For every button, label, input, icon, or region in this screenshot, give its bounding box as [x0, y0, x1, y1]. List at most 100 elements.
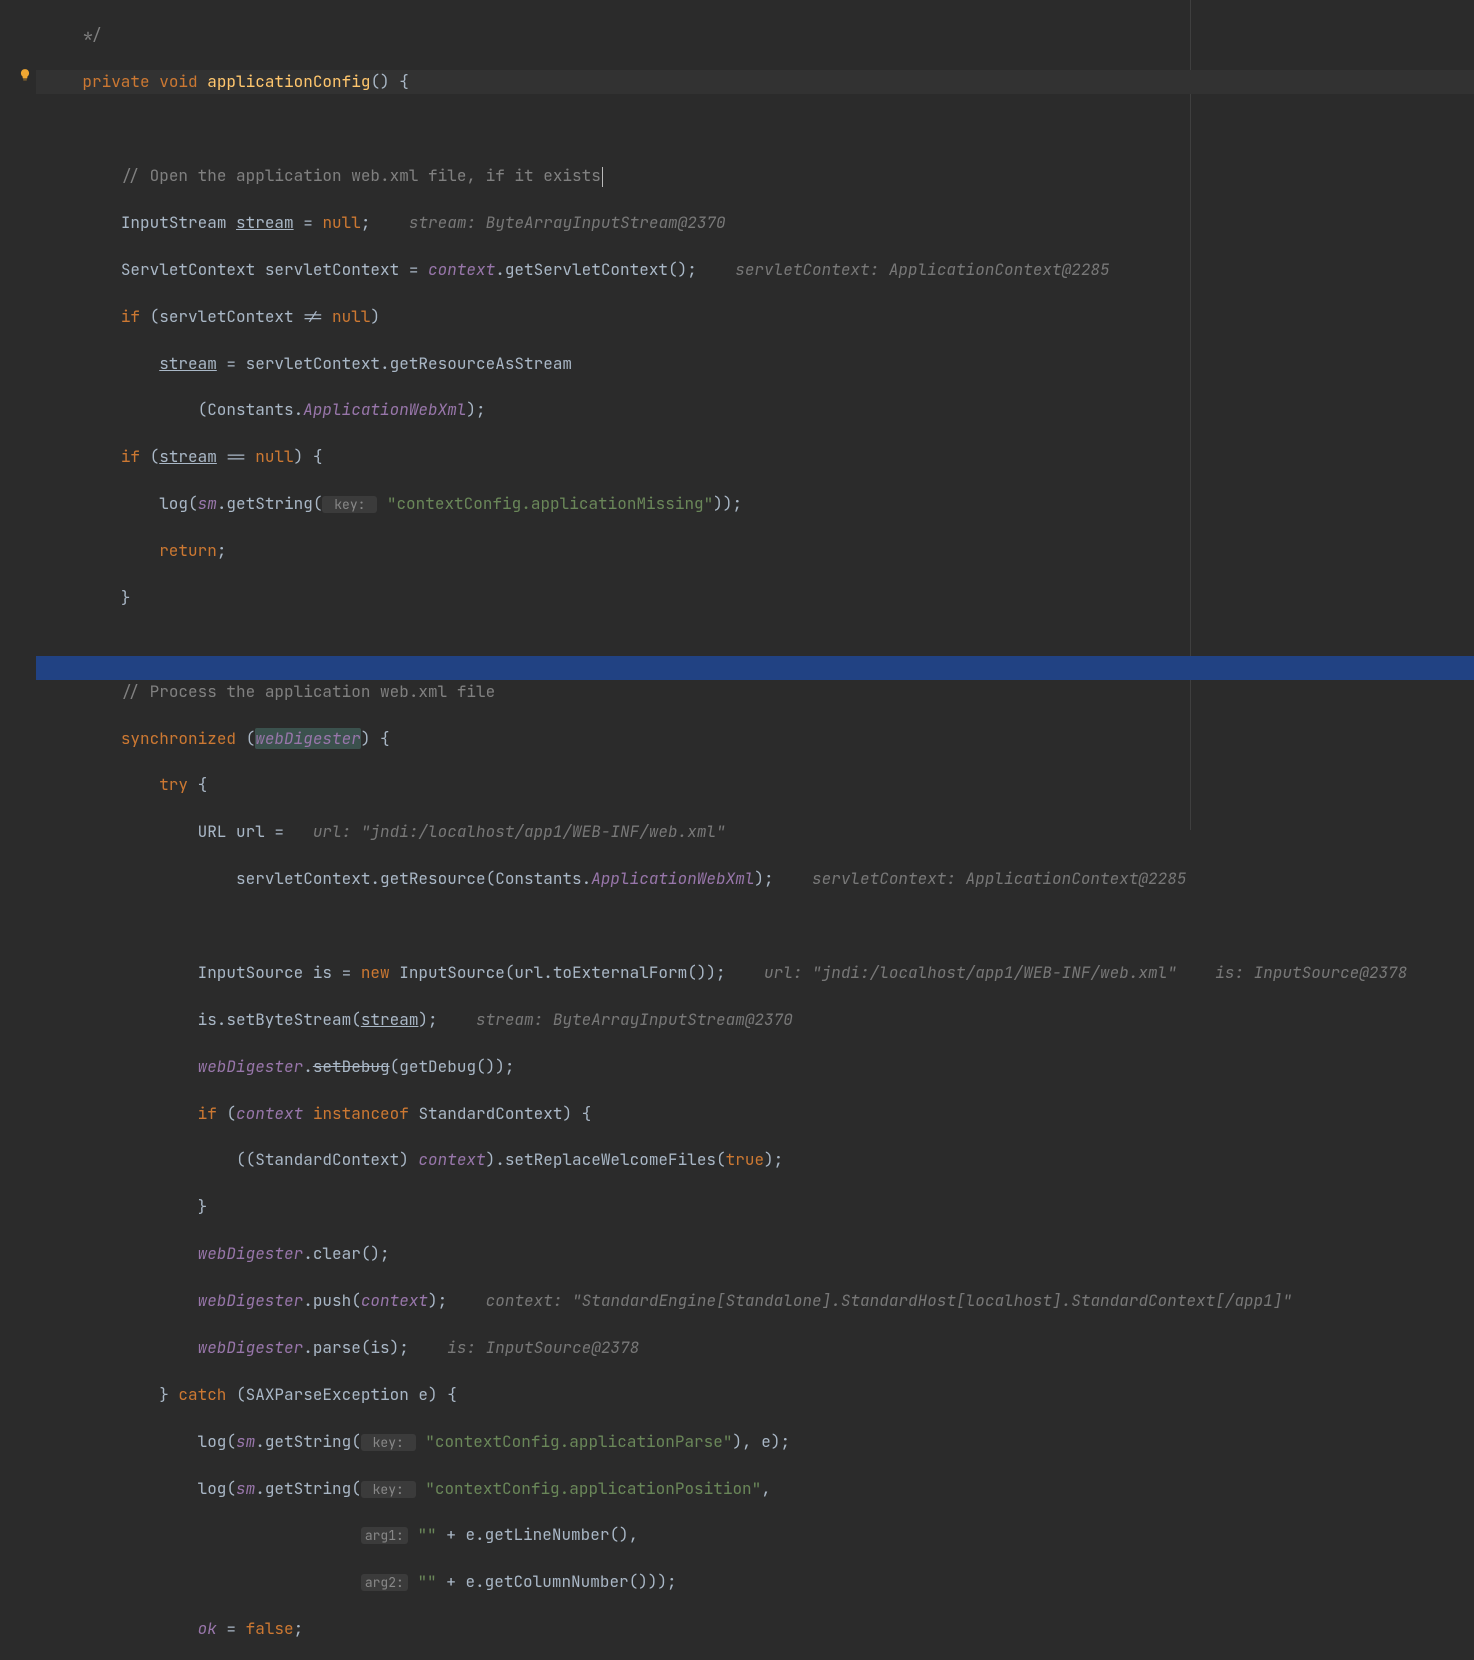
- code-line[interactable]: webDigester.push(context); context: "Sta…: [44, 1289, 1407, 1312]
- token-keyword: true: [726, 1149, 764, 1170]
- code-line[interactable]: [44, 633, 1407, 656]
- code-line[interactable]: [44, 914, 1407, 937]
- token-keyword: catch: [178, 1384, 236, 1405]
- token-field: context: [428, 259, 495, 280]
- token-var: stream: [361, 1009, 419, 1030]
- code-line[interactable]: stream = servletContext.getResourceAsStr…: [44, 352, 1407, 375]
- code-area[interactable]: */ private void applicationConfig() { //…: [44, 0, 1407, 1660]
- token: [416, 1478, 426, 1499]
- code-line[interactable]: }: [44, 586, 1407, 609]
- token-keyword: null: [322, 212, 360, 233]
- token-field: webDigester: [198, 1290, 304, 1311]
- code-line[interactable]: InputSource is = new InputSource(url.toE…: [44, 961, 1407, 984]
- code-line[interactable]: return;: [44, 539, 1407, 562]
- token: ;: [361, 212, 371, 233]
- token: );: [418, 1009, 437, 1030]
- inline-hint: url: "jndi:/localhost/app1/WEB-INF/web.x…: [764, 962, 1177, 983]
- code-line[interactable]: log(sm.getString( key: "contextConfig.ap…: [44, 1430, 1407, 1453]
- token: .getServletContext();: [495, 259, 697, 280]
- token: ;: [217, 540, 227, 561]
- code-line[interactable]: // Open the application web.xml file, if…: [44, 164, 1407, 187]
- code-line[interactable]: InputStream stream = null; stream: ByteA…: [44, 211, 1407, 234]
- code-line[interactable]: ok = false;: [44, 1617, 1407, 1640]
- token: ((StandardContext): [236, 1149, 418, 1170]
- token-string: "contextConfig.applicationMissing": [387, 493, 713, 514]
- code-line[interactable]: webDigester.clear();: [44, 1242, 1407, 1265]
- code-line[interactable]: if (stream == null) {: [44, 445, 1407, 468]
- code-editor[interactable]: */ private void applicationConfig() { //…: [0, 0, 1474, 830]
- code-line[interactable]: ServletContext servletContext = context.…: [44, 258, 1407, 281]
- token-field: ok: [198, 1618, 217, 1639]
- token-field: sm: [236, 1431, 255, 1452]
- param-hint: arg2:: [361, 1574, 408, 1591]
- token-comment: [44, 24, 82, 45]
- token-comment: // Process the application web.xml file: [121, 681, 495, 702]
- token-keyword: if: [121, 306, 150, 327]
- inline-hint: url: "jndi:/localhost/app1/WEB-INF/web.x…: [313, 821, 726, 842]
- token: servletContext.getResource(Constants.: [236, 868, 591, 889]
- token-field: context: [236, 1103, 303, 1124]
- token: StandardContext) {: [418, 1103, 591, 1124]
- token-var: stream: [159, 446, 217, 467]
- code-line[interactable]: if (servletContext != null): [44, 305, 1407, 328]
- code-line[interactable]: webDigester.setDebug(getDebug());: [44, 1055, 1407, 1078]
- token: }: [159, 1384, 178, 1405]
- token: (Constants.: [198, 399, 304, 420]
- code-line[interactable]: synchronized (webDigester) {: [44, 727, 1407, 750]
- token: (getDebug());: [390, 1056, 515, 1077]
- token-comment: */: [82, 24, 101, 45]
- code-line[interactable]: arg2: "" + e.getColumnNumber()));: [44, 1570, 1407, 1593]
- code-line[interactable]: log(sm.getString( key: "contextConfig.ap…: [44, 492, 1407, 515]
- token: ==: [217, 446, 255, 467]
- code-line[interactable]: URL url = url: "jndi:/localhost/app1/WEB…: [44, 820, 1407, 843]
- token: (: [246, 728, 256, 749]
- lightbulb-icon[interactable]: [18, 68, 32, 82]
- token: [303, 1103, 313, 1124]
- token: [408, 1524, 418, 1545]
- code-line[interactable]: if (context instanceof StandardContext) …: [44, 1102, 1407, 1125]
- token-string: "contextConfig.applicationPosition": [425, 1478, 761, 1499]
- token-static: ApplicationWebXml: [303, 399, 466, 420]
- token: .push(: [303, 1290, 361, 1311]
- token-string: "": [417, 1524, 436, 1545]
- token-comment: // Open the application web.xml file, if…: [121, 165, 601, 186]
- code-line[interactable]: } catch (SAXParseException e) {: [44, 1383, 1407, 1406]
- code-line[interactable]: // Process the application web.xml file: [44, 680, 1407, 703]
- code-line[interactable]: log(sm.getString( key: "contextConfig.ap…: [44, 1477, 1407, 1500]
- code-line[interactable]: (Constants.ApplicationWebXml);: [44, 398, 1407, 421]
- token-string: "contextConfig.applicationParse": [425, 1431, 732, 1452]
- token-var: stream: [236, 212, 294, 233]
- token: ) {: [361, 728, 390, 749]
- code-line[interactable]: try {: [44, 773, 1407, 796]
- token: ): [370, 306, 380, 327]
- editor-gutter[interactable]: [0, 0, 36, 830]
- code-line[interactable]: private void applicationConfig() {: [44, 70, 1407, 93]
- token: ServletContext servletContext =: [121, 259, 428, 280]
- token-var: stream: [159, 353, 217, 374]
- code-line[interactable]: */: [44, 23, 1407, 46]
- code-line[interactable]: ((StandardContext) context).setReplaceWe…: [44, 1148, 1407, 1171]
- code-line[interactable]: [44, 117, 1407, 140]
- code-line[interactable]: arg1: "" + e.getLineNumber(),: [44, 1523, 1407, 1546]
- token: .getString(: [255, 1478, 361, 1499]
- token: =: [294, 212, 323, 233]
- token: is.setByteStream(: [198, 1009, 361, 1030]
- token-keyword: new: [361, 962, 399, 983]
- token-keyword: void: [159, 71, 197, 92]
- token: + e.getLineNumber(),: [437, 1524, 639, 1545]
- code-line[interactable]: is.setByteStream(stream); stream: ByteAr…: [44, 1008, 1407, 1031]
- code-line[interactable]: webDigester.parse(is); is: InputSource@2…: [44, 1336, 1407, 1359]
- token: ,: [761, 1478, 771, 1499]
- token: =: [217, 1618, 246, 1639]
- token: [416, 1431, 426, 1452]
- token: .clear();: [303, 1243, 389, 1264]
- token: );: [754, 868, 773, 889]
- token: }: [121, 587, 131, 608]
- inline-hint: stream: ByteArrayInputStream@2370: [476, 1009, 793, 1030]
- token: ;: [294, 1618, 304, 1639]
- code-line[interactable]: servletContext.getResource(Constants.App…: [44, 867, 1407, 890]
- token-keyword: null: [332, 306, 370, 327]
- code-line[interactable]: }: [44, 1195, 1407, 1218]
- token: );: [466, 399, 485, 420]
- token: );: [764, 1149, 783, 1170]
